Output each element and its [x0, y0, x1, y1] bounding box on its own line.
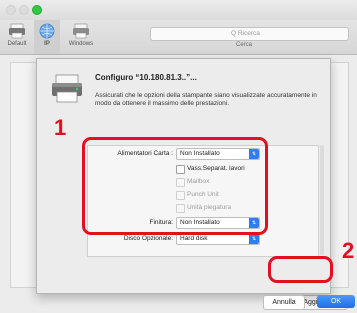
callout-box-ok — [268, 256, 333, 283]
ip-printer-icon — [39, 23, 55, 39]
step-number-1: 1 — [54, 115, 67, 140]
sheet-description: Assicurati che le opzioni della stampant… — [95, 92, 317, 107]
search-label: Cerca — [236, 42, 253, 48]
toolbar-item-windows[interactable]: Windows — [63, 23, 99, 47]
toolbar-label-ip: IP — [44, 41, 50, 47]
windows-printer-icon — [73, 23, 89, 39]
ok-button[interactable]: OK — [317, 295, 355, 308]
options-scrollbar[interactable] — [320, 145, 324, 255]
sheet-title: Configuro “10.180.81.3..”... — [95, 73, 197, 82]
title-bar — [0, 0, 357, 21]
toolbar-label-default: Default — [7, 41, 27, 47]
search-placeholder: Q Ricerca — [231, 30, 260, 37]
hard-disk-label: Disco Opzionale: — [123, 235, 173, 242]
toolbar-label-windows: Windows — [68, 41, 94, 47]
toolbar-item-ip[interactable]: IP — [34, 23, 60, 47]
toolbar-item-default[interactable]: Default — [4, 23, 30, 47]
step-number-2: 2 — [342, 238, 355, 263]
callout-box-options — [82, 137, 268, 235]
printer-icon — [52, 74, 82, 103]
close-window-icon[interactable] — [6, 5, 16, 15]
search-input[interactable]: Q Ricerca — [150, 27, 349, 41]
chevron-updown-icon: ⇅ — [249, 234, 259, 244]
zoom-window-icon[interactable] — [32, 5, 42, 15]
cancel-button[interactable]: Annulla — [263, 295, 305, 310]
minimize-window-icon[interactable] — [19, 5, 29, 15]
default-printer-icon — [9, 23, 25, 39]
hard-disk-value: Hard disk — [180, 235, 208, 242]
